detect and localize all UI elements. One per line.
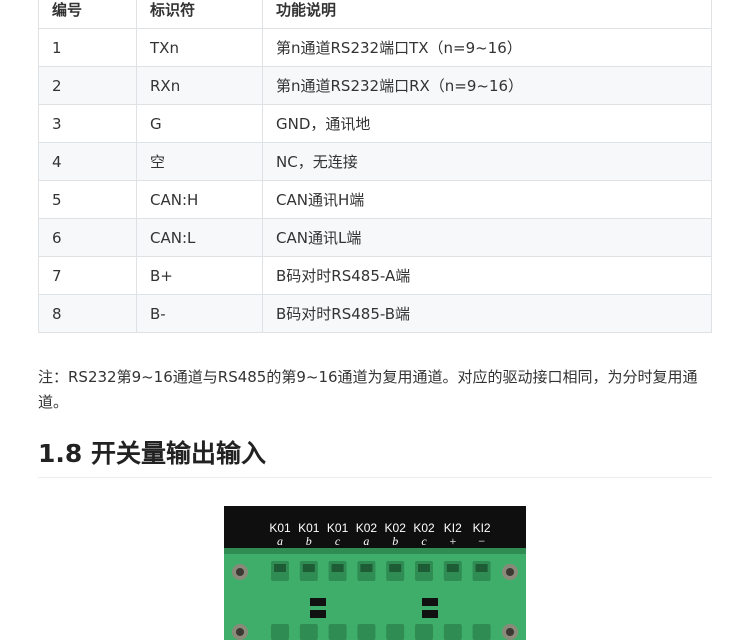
terminal-slot-lower xyxy=(443,624,462,640)
terminal-top-label: K02 xyxy=(413,521,435,535)
terminal-top-label: K01 xyxy=(269,521,291,535)
cell-description: CAN通讯H端 xyxy=(262,180,712,219)
table-row: 7 B+ B码对时RS485-A端 xyxy=(38,256,712,295)
board-cutout xyxy=(422,598,438,606)
cell-number: 6 xyxy=(38,218,137,257)
table-row: 1 TXn 第n通道RS232端口TX（n=9~16） xyxy=(38,28,712,67)
terminal-hole-upper xyxy=(389,564,402,572)
cell-identifier: 空 xyxy=(136,142,263,181)
mounting-screw-center xyxy=(236,628,244,636)
terminal-bottom-label: b xyxy=(306,534,312,548)
terminal-bottom-label: − xyxy=(478,534,486,548)
terminal-top-label: KI2 xyxy=(444,521,462,535)
header-description: 功能说明 xyxy=(262,0,712,29)
cell-number: 3 xyxy=(38,104,137,143)
terminal-bottom-label: a xyxy=(277,534,283,548)
terminal-slot-lower xyxy=(472,624,491,640)
table-row: 6 CAN:L CAN通讯L端 xyxy=(38,218,712,257)
table-row: 5 CAN:H CAN通讯H端 xyxy=(38,180,712,219)
cell-description: GND，通讯地 xyxy=(262,104,712,143)
board-cutout xyxy=(310,598,326,606)
mounting-screw-center xyxy=(236,568,244,576)
terminal-hole-upper xyxy=(331,564,344,572)
terminal-top-label: K02 xyxy=(356,521,378,535)
table-row: 3 G GND，通讯地 xyxy=(38,104,712,143)
header-number: 编号 xyxy=(38,0,137,29)
terminal-slot-lower xyxy=(415,624,433,640)
terminal-top-label: K02 xyxy=(385,521,407,535)
cell-description: B码对时RS485-B端 xyxy=(262,294,712,333)
terminal-block-photo: K01 a K01 b K01 c K02 a K02 b K02 c KI2 + KI2− xyxy=(224,506,526,640)
cell-identifier: B+ xyxy=(136,256,263,295)
multiplex-note: 注：RS232第9~16通道与RS485的第9~16通道为复用通道。对应的驱动接… xyxy=(38,368,698,411)
terminal-slot-lower xyxy=(299,624,318,640)
cell-description: CAN通讯L端 xyxy=(262,218,712,257)
cell-identifier: CAN:L xyxy=(136,218,263,257)
terminal-bottom-label: b xyxy=(392,534,398,548)
table-row: 2 RXn 第n通道RS232端口RX（n=9~16） xyxy=(38,66,712,105)
terminal-hole-upper xyxy=(446,564,459,572)
header-identifier: 标识符 xyxy=(136,0,263,29)
cell-number: 8 xyxy=(38,294,137,333)
cell-number: 1 xyxy=(38,28,137,67)
cell-number: 7 xyxy=(38,256,137,295)
terminal-hole-upper xyxy=(302,564,315,572)
terminal-bottom-label: + xyxy=(449,534,457,548)
cell-identifier: B- xyxy=(136,294,263,333)
cell-number: 2 xyxy=(38,66,137,105)
terminal-top-label: K01 xyxy=(327,521,349,535)
mounting-screw-center xyxy=(506,628,514,636)
section-heading: 1.8 开关量输出输入 xyxy=(38,437,712,478)
cell-identifier: RXn xyxy=(136,66,263,105)
table-row: 8 B- B码对时RS485-B端 xyxy=(38,294,712,333)
cell-description: 第n通道RS232端口TX（n=9~16） xyxy=(262,28,712,67)
terminal-slot-lower xyxy=(271,624,289,640)
cell-description: 第n通道RS232端口RX（n=9~16） xyxy=(262,66,712,105)
terminal-hole-upper xyxy=(418,564,430,572)
pin-definition-table: 编号 标识符 功能说明 1 TXn 第n通道RS232端口TX（n=9~16） … xyxy=(38,0,712,333)
cell-identifier: TXn xyxy=(136,28,263,67)
terminal-top-label: KI2 xyxy=(473,521,491,535)
board-cutout xyxy=(310,610,326,618)
terminal-block-illustration: K01aK01bK01cK02aK02bK02cKI2+KI2− xyxy=(224,521,526,640)
table-row: 4 空 NC，无连接 xyxy=(38,142,712,181)
terminal-bottom-label: a xyxy=(363,534,369,548)
mounting-screw-center xyxy=(506,568,514,576)
terminal-bottom-label: c xyxy=(421,534,427,548)
cell-identifier: G xyxy=(136,104,263,143)
board-cutout xyxy=(422,610,438,618)
cell-description: B码对时RS485-A端 xyxy=(262,256,712,295)
document-page: 编号 标识符 功能说明 1 TXn 第n通道RS232端口TX（n=9~16） … xyxy=(0,0,750,640)
terminal-top-label: K01 xyxy=(298,521,320,535)
terminal-hole-upper xyxy=(360,564,373,572)
terminal-hole-upper xyxy=(475,564,488,572)
table-header-row: 编号 标识符 功能说明 xyxy=(38,0,712,29)
connector-top-edge xyxy=(224,548,526,554)
terminal-slot-lower xyxy=(357,624,376,640)
cell-number: 5 xyxy=(38,180,137,219)
terminal-slot-lower xyxy=(386,624,405,640)
terminal-bottom-label: c xyxy=(335,534,341,548)
cell-description: NC，无连接 xyxy=(262,142,712,181)
terminal-slot-lower xyxy=(328,624,347,640)
cell-identifier: CAN:H xyxy=(136,180,263,219)
cell-number: 4 xyxy=(38,142,137,181)
terminal-hole-upper xyxy=(274,564,286,572)
